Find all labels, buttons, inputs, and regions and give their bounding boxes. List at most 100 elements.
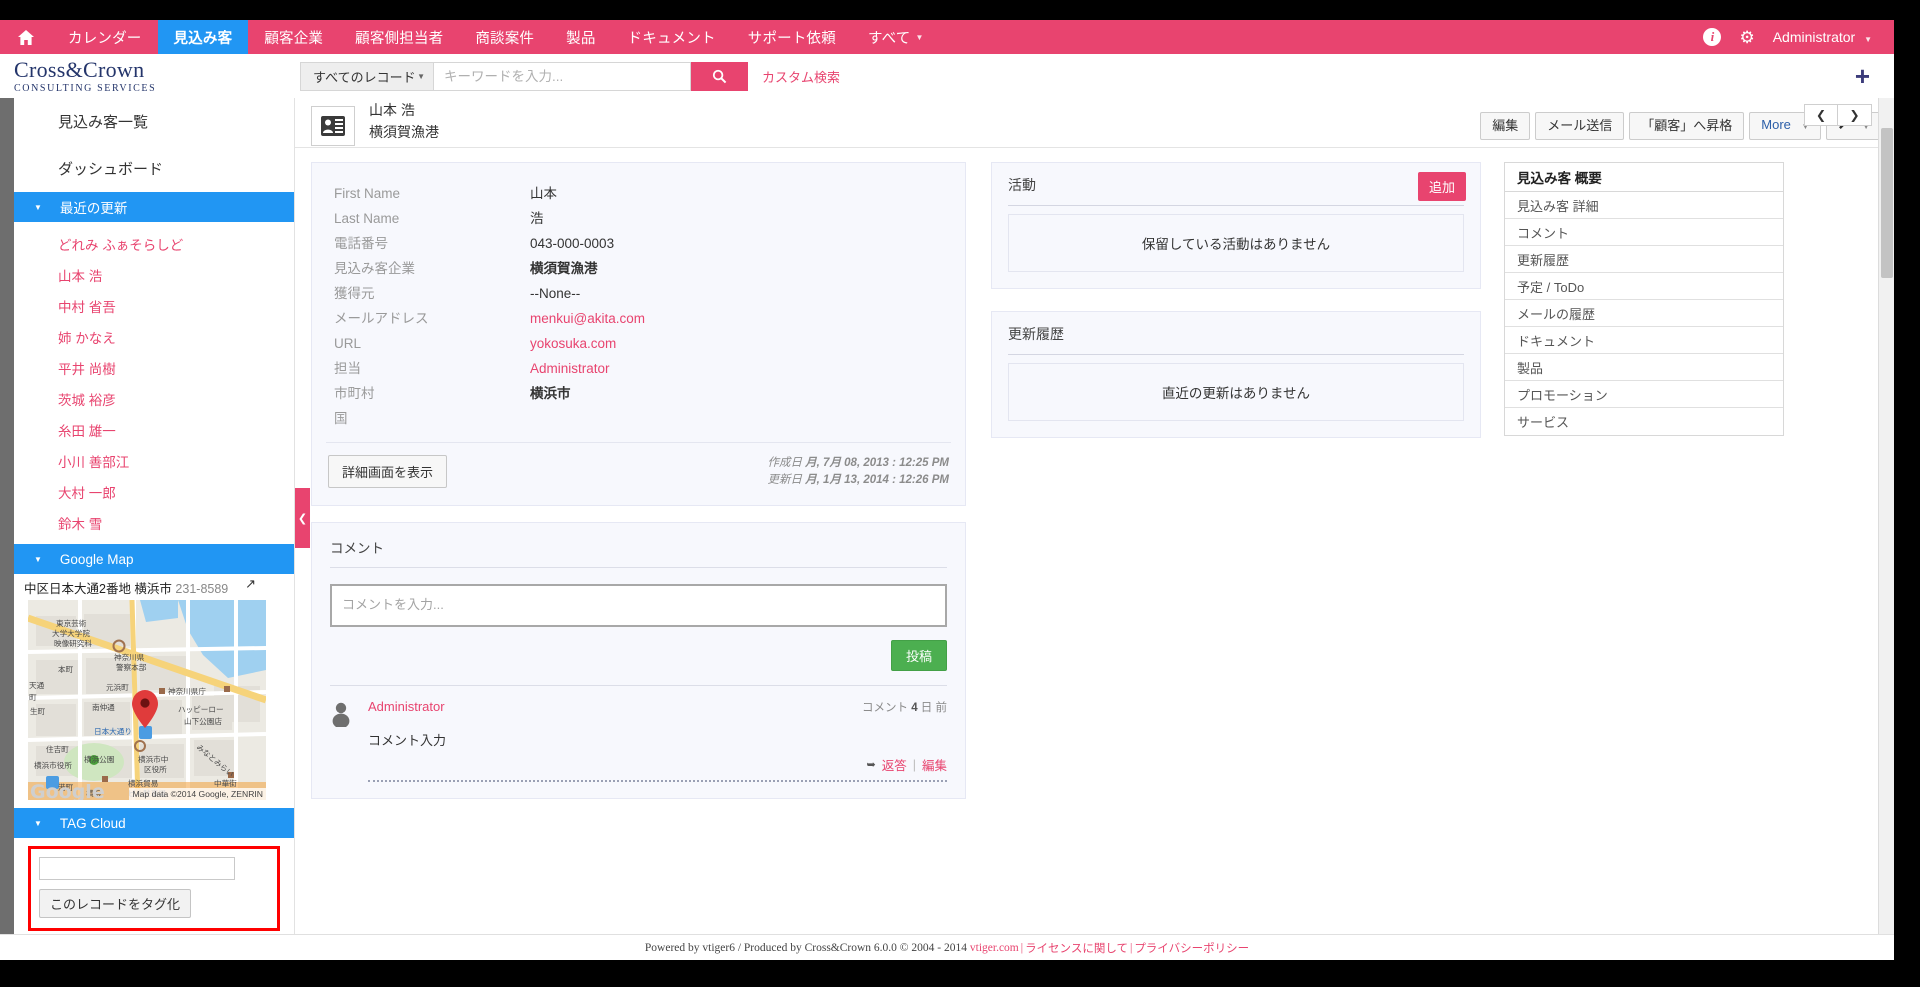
list-item[interactable]: 中村 省吾 <box>14 290 294 321</box>
nav-label: カレンダー <box>68 30 142 47</box>
search-scope-select[interactable]: すべてのレコード ▼ <box>300 61 433 91</box>
nav-item-calendar[interactable]: カレンダー <box>52 20 158 54</box>
gear-icon[interactable]: ⚙ <box>1739 29 1754 46</box>
search-button[interactable] <box>691 61 748 91</box>
svg-text:山下公園店: 山下公園店 <box>184 717 222 726</box>
field-value-url[interactable]: yokosuka.com <box>530 333 616 354</box>
footer-text: Powered by vtiger6 / Produced by Cross&C… <box>644 941 967 954</box>
summary-item-promotions[interactable]: プロモーション <box>1505 381 1783 408</box>
plus-icon[interactable]: + <box>1855 63 1870 89</box>
comment-input[interactable] <box>330 584 947 627</box>
right-column: 見込み客 概要 見込み客 詳細 コメント 更新履歴 予定 / ToDo メールの… <box>1504 162 1784 799</box>
sidebar-collapse-handle[interactable]: ❮ <box>295 488 310 548</box>
list-item[interactable]: どれみ ふぁそらしど <box>14 228 294 259</box>
chevron-down-icon: ▼ <box>1864 35 1872 44</box>
triangle-down-icon: ▼ <box>34 554 42 564</box>
vertical-scrollbar[interactable] <box>1878 98 1894 960</box>
svg-text:町: 町 <box>29 693 37 702</box>
chevron-down-icon: ▼ <box>417 71 425 81</box>
footer-link-privacy[interactable]: プライバシーポリシー <box>1134 940 1249 956</box>
user-menu[interactable]: Administrator ▼ <box>1773 29 1872 45</box>
next-record-button[interactable]: ❯ <box>1838 104 1872 126</box>
nav-item-all[interactable]: すべて ▼ <box>852 20 940 54</box>
field-row: 国 <box>312 406 965 431</box>
post-comment-button[interactable]: 投稿 <box>890 640 947 671</box>
nav-item-products[interactable]: 製品 <box>550 20 611 54</box>
summary-item-activities-todo[interactable]: 予定 / ToDo <box>1505 273 1783 300</box>
summary-item-products[interactable]: 製品 <box>1505 354 1783 381</box>
nav-item-contacts[interactable]: 顧客側担当者 <box>339 20 459 54</box>
summary-item-email-history[interactable]: メールの履歴 <box>1505 300 1783 327</box>
tag-input[interactable] <box>39 857 235 880</box>
summary-item-services[interactable]: サービス <box>1505 408 1783 435</box>
summary-item-comments[interactable]: コメント <box>1505 219 1783 246</box>
list-item[interactable]: 大村 一郎 <box>14 476 294 507</box>
comment-edit-link[interactable]: 編集 <box>922 755 947 774</box>
summary-item-label: メールの履歴 <box>1517 306 1596 322</box>
update-history-title: 更新履歴 <box>1008 326 1064 342</box>
svg-text:神奈川県庁: 神奈川県庁 <box>168 686 206 696</box>
comment-reply-link[interactable]: 返答 <box>882 755 907 774</box>
field-value-owner[interactable]: Administrator <box>530 358 610 379</box>
send-email-button[interactable]: メール送信 <box>1535 112 1625 140</box>
show-detail-view-button[interactable]: 詳細画面を表示 <box>328 455 448 488</box>
sidebar-section-google-map[interactable]: ▼ Google Map <box>14 544 294 574</box>
separator: | <box>912 757 916 772</box>
edit-button[interactable]: 編集 <box>1480 112 1531 140</box>
google-logo: Google <box>30 781 105 800</box>
list-item[interactable]: 鈴木 雪 <box>14 507 294 538</box>
summary-item-documents[interactable]: ドキュメント <box>1505 327 1783 354</box>
sidebar-item-lead-list[interactable]: 見込み客一覧 <box>14 98 294 145</box>
previous-record-button[interactable]: ❮ <box>1804 104 1838 126</box>
created-timestamp: 作成日 月, 7月 08, 2013 : 12:25 PM <box>767 455 949 472</box>
tag-record-button[interactable]: このレコードをタグ化 <box>39 889 192 918</box>
summary-item-lead-details[interactable]: 見込み客 詳細 <box>1505 192 1783 219</box>
middle-column: 活動 追加 保留している活動はありません 更新履歴 直近の更新はありません <box>991 162 1481 799</box>
home-icon[interactable] <box>0 20 52 54</box>
logo[interactable]: Cross&Crown CONSULTING SERVICES <box>0 58 300 94</box>
map-address: 中区日本大通2番地 横浜市 231-8589 ↗ <box>14 574 294 600</box>
nav-item-tickets[interactable]: サポート依頼 <box>732 20 852 54</box>
svg-text:本町: 本町 <box>58 664 74 674</box>
sidebar-section-recent-updates[interactable]: ▼ 最近の更新 <box>14 192 294 222</box>
custom-search-link[interactable]: カスタム検索 <box>762 67 840 86</box>
sidebar-section-tag-cloud[interactable]: ▼ TAG Cloud <box>14 808 294 838</box>
field-row: 電話番号 043-000-0003 <box>312 231 965 256</box>
list-item[interactable]: 山本 浩 <box>14 259 294 290</box>
list-item[interactable]: 茨城 裕彦 <box>14 383 294 414</box>
field-row: 見込み客企業 横須賀漁港 <box>312 256 965 281</box>
add-activity-button[interactable]: 追加 <box>1417 172 1466 201</box>
sidebar-item-dashboard[interactable]: ダッシュボード <box>14 145 294 192</box>
svg-text:生町: 生町 <box>30 706 46 716</box>
footer-link-license[interactable]: ライセンスに関して <box>1025 940 1128 956</box>
nav-item-documents[interactable]: ドキュメント <box>612 20 732 54</box>
divider <box>1008 205 1464 206</box>
info-icon[interactable]: i <box>1703 28 1722 46</box>
activities-empty-message: 保留している活動はありません <box>1008 214 1464 272</box>
summary-item-label: 予定 / ToDo <box>1517 279 1585 295</box>
comment-author[interactable]: Administrator <box>368 699 445 714</box>
sidebar-item-label: ダッシュボード <box>58 161 164 178</box>
nav-item-opportunities[interactable]: 商談案件 <box>459 20 550 54</box>
footer-link-vtiger[interactable]: vtiger.com <box>970 942 1019 954</box>
activities-panel: 活動 追加 保留している活動はありません <box>991 162 1481 289</box>
search-input[interactable] <box>433 61 691 91</box>
separator: | <box>1130 941 1133 954</box>
scrollbar-thumb[interactable] <box>1881 128 1893 278</box>
list-item[interactable]: 平井 尚樹 <box>14 352 294 383</box>
external-link-icon[interactable]: ↗ <box>245 576 256 592</box>
summary-item-label: コメント <box>1517 225 1570 241</box>
nav-item-leads[interactable]: 見込み客 <box>157 20 249 54</box>
google-map-embed[interactable]: 東京芸術 大学大学院 映像研究科 本町 神奈川県 警察本部 元浜町 天通町 生町 南仲通 神… <box>28 600 266 800</box>
global-search: すべてのレコード ▼ <box>300 61 748 91</box>
list-item[interactable]: 姉 かなえ <box>14 321 294 352</box>
divider <box>368 780 947 782</box>
field-value-email[interactable]: menkui@akita.com <box>530 308 645 329</box>
summary-item-update-history[interactable]: 更新履歴 <box>1505 246 1783 273</box>
list-item[interactable]: 小川 善部江 <box>14 445 294 476</box>
svg-text:映像研究科: 映像研究科 <box>54 638 92 648</box>
list-item[interactable]: 糸田 雄一 <box>14 414 294 445</box>
triangle-down-icon: ▼ <box>34 818 42 828</box>
convert-to-customer-button[interactable]: 「顧客」へ昇格 <box>1629 112 1745 140</box>
nav-item-accounts[interactable]: 顧客企業 <box>248 20 339 54</box>
